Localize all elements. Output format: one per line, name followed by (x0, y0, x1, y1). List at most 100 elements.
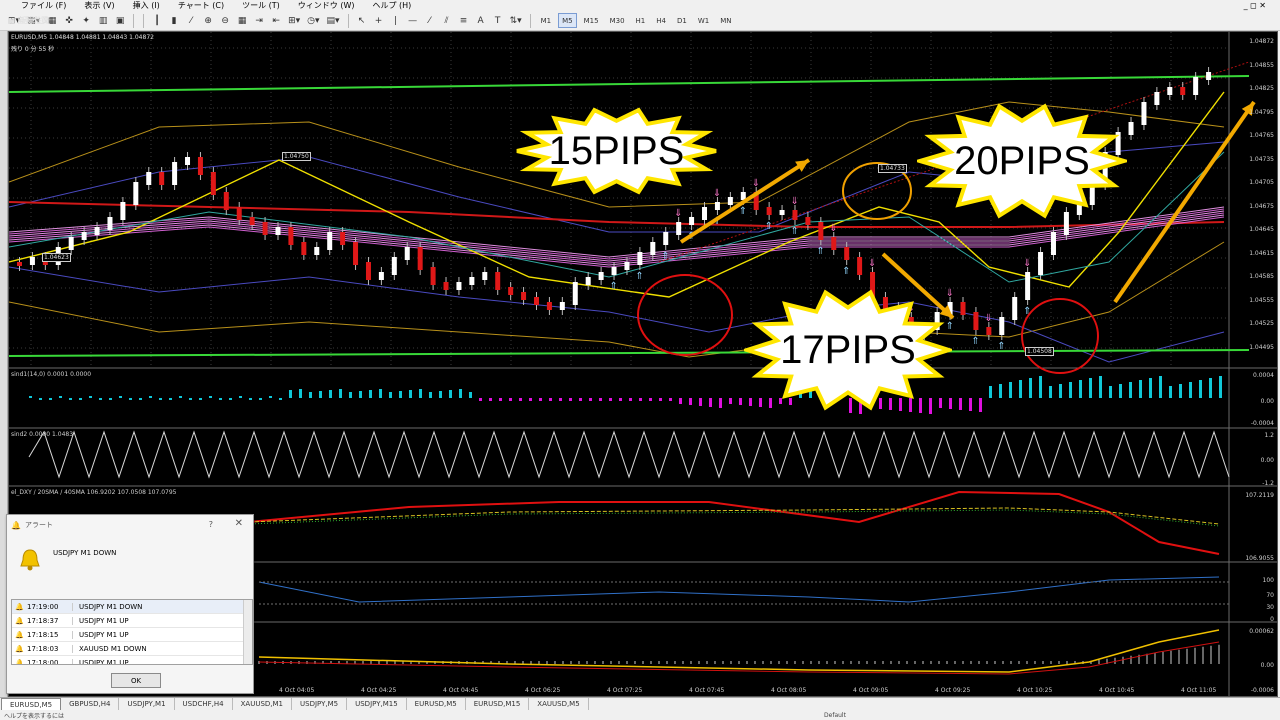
auto-trade-button[interactable]: ▶ 自動売買 (6, 13, 51, 28)
sind1-bar (679, 398, 682, 404)
timeframe-m5[interactable]: M5 (558, 13, 577, 28)
status-bar: ヘルプを表示するには Default (0, 710, 1280, 720)
chart-tab[interactable]: USDJPY,M1 (119, 698, 175, 710)
candle-body (68, 237, 74, 250)
alert-scrollbar[interactable] (243, 600, 252, 664)
sind1-bar (89, 396, 92, 398)
chart-tab[interactable]: EURUSD,M15 (466, 698, 530, 710)
menu-window[interactable]: ウィンドウ (W) (289, 0, 364, 11)
alert-bell-icon (20, 549, 40, 571)
data-window-icon[interactable]: ✜ (62, 13, 76, 28)
chart-shift-icon[interactable]: ⇤ (269, 13, 283, 28)
autoscroll-icon[interactable]: ⇥ (252, 13, 266, 28)
sind1-bar (249, 398, 252, 400)
chart-tab[interactable]: USDJPY,M5 (292, 698, 348, 710)
menu-chart[interactable]: チャート (C) (169, 0, 233, 11)
alert-row[interactable]: 🔔 17:19:00 USDJPY M1 DOWN (12, 600, 252, 614)
price-tick: 1.04675 (1249, 202, 1274, 210)
alert-list[interactable]: 🔔 17:19:00 USDJPY M1 DOWN 🔔 17:18:37 USDJPY M… (11, 599, 253, 665)
timeframe-m30[interactable]: M30 (606, 13, 629, 28)
menu-tools[interactable]: ツール (T) (233, 0, 289, 11)
terminal-icon[interactable]: ▥ (96, 13, 110, 28)
timeframe-w1[interactable]: W1 (694, 13, 713, 28)
sell-arrow: ⇓ (868, 258, 876, 269)
chart-tab[interactable]: GBPUSD,H4 (61, 698, 120, 710)
sind1-bar (529, 398, 532, 401)
tile-icon[interactable]: ▦ (235, 13, 249, 28)
candle-body (482, 272, 488, 280)
toolbar: ⊞▾ ▤▾ ▦ ✜ ✦ ▥ ▣ ▦ 新規注文 ▶ 自動売買 ┃ ▮ ⁄ ⊕ ⊖ … (0, 11, 1280, 31)
chart-tab[interactable]: XAUUSD,M5 (529, 698, 589, 710)
window-controls[interactable]: _ ◻ ✕ (1244, 0, 1266, 11)
timeframe-m15[interactable]: M15 (580, 13, 603, 28)
sind1-bar (29, 396, 32, 398)
menu-file[interactable]: ファイル (F) (12, 0, 75, 11)
vline-icon[interactable]: | (389, 13, 403, 28)
bar-chart-icon[interactable]: ┃ (150, 13, 164, 28)
timeframe-mn[interactable]: MN (716, 13, 735, 28)
sind1-bar (1189, 382, 1192, 398)
menu-help[interactable]: ヘルプ (H) (363, 0, 420, 11)
time-tick: 4 Oct 08:05 (771, 687, 807, 694)
tester-icon[interactable]: ▣ (113, 13, 127, 28)
trendline-icon[interactable]: ⁄ (423, 13, 437, 28)
sind1-bar (559, 398, 562, 401)
sub-tick: 107.2119 (1245, 492, 1274, 499)
alert-text: USDJPY M1 UP (79, 658, 129, 665)
alert-titlebar[interactable]: 🔔 アラート (7, 515, 253, 535)
timeframe-d1[interactable]: D1 (673, 13, 691, 28)
sind1-bar (459, 389, 462, 398)
time-tick: 4 Oct 07:25 (607, 687, 643, 694)
alert-time: 17:18:37 (25, 616, 73, 625)
label-icon[interactable]: T (491, 13, 505, 28)
fibo-icon[interactable]: ≡ (457, 13, 471, 28)
candle-body (1025, 272, 1031, 300)
chart-tab[interactable]: USDCHF,H4 (175, 698, 233, 710)
zoom-out-icon[interactable]: ⊖ (218, 13, 232, 28)
indicators-icon[interactable]: ⊞▾ (286, 13, 302, 28)
timeframe-m1[interactable]: M1 (537, 13, 556, 28)
chart-tabs: EURUSD,M5 GBPUSD,H4 USDJPY,M1 USDCHF,H4 XAUU… (0, 697, 1280, 710)
ok-button[interactable]: OK (111, 673, 161, 688)
chart-tab[interactable]: EURUSD,M5 (407, 698, 466, 710)
cursor-icon[interactable]: ↖ (355, 13, 369, 28)
candle-body (340, 232, 346, 245)
hline-icon[interactable]: — (406, 13, 420, 28)
templates-icon[interactable]: ▤▾ (325, 13, 342, 28)
navigator-icon[interactable]: ✦ (79, 13, 93, 28)
close-button[interactable]: ✕ (235, 518, 243, 529)
crosshair-icon[interactable]: + (372, 13, 386, 28)
sind1-bar (199, 398, 202, 400)
alert-row[interactable]: 🔔 17:18:00 USDJPY M1 UP (12, 656, 252, 665)
alert-row[interactable]: 🔔 17:18:15 USDJPY M1 UP (12, 628, 252, 642)
chart-tab[interactable]: XAUUSD,M1 (233, 698, 293, 710)
line-chart-icon[interactable]: ⁄ (184, 13, 198, 28)
alert-row[interactable]: 🔔 17:18:37 USDJPY M1 UP (12, 614, 252, 628)
text-icon[interactable]: A (474, 13, 488, 28)
help-button[interactable]: ? (209, 520, 213, 529)
candle-body (624, 262, 630, 270)
menu-view[interactable]: 表示 (V) (75, 0, 123, 11)
chart-tab[interactable]: EURUSD,M5 (1, 698, 62, 710)
sind1-bar (1109, 386, 1112, 398)
candle-body (146, 172, 152, 185)
periods-icon[interactable]: ◷▾ (305, 13, 321, 28)
arrows-icon[interactable]: ⇅▾ (508, 13, 524, 28)
candle-body (391, 257, 397, 275)
sind1-bar (349, 392, 352, 398)
candle-chart-icon[interactable]: ▮ (167, 13, 181, 28)
timeframe-h4[interactable]: H4 (652, 13, 670, 28)
channel-icon[interactable]: ⫽ (440, 13, 454, 28)
sind1-bar (169, 398, 172, 400)
alert-row[interactable]: 🔔 17:18:03 XAUUSD M1 DOWN (12, 642, 252, 656)
sind1-bar (309, 392, 312, 398)
zoom-in-icon[interactable]: ⊕ (201, 13, 215, 28)
candle-body (702, 207, 708, 220)
chart-tab[interactable]: USDJPY,M15 (347, 698, 407, 710)
candle-body (1180, 87, 1186, 95)
burst-15pips-text: 15PIPS (548, 128, 685, 173)
candle-body (650, 242, 656, 255)
sind1-bar (1009, 382, 1012, 398)
timeframe-h1[interactable]: H1 (632, 13, 650, 28)
menu-insert[interactable]: 挿入 (I) (124, 0, 169, 11)
